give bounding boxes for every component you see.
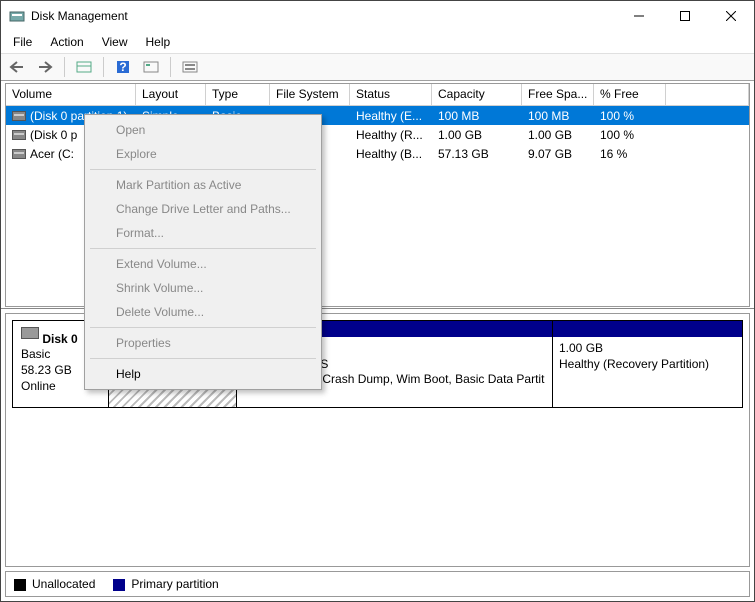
view-icon-1[interactable] xyxy=(139,56,163,78)
view-icon-2[interactable] xyxy=(178,56,202,78)
context-item-help[interactable]: Help xyxy=(88,362,318,386)
disk-hw-icon xyxy=(21,327,39,339)
disk-name: Disk 0 xyxy=(42,332,77,346)
column-type[interactable]: Type xyxy=(206,84,270,106)
help-icon[interactable]: ? xyxy=(111,56,135,78)
legend-swatch-primary xyxy=(113,579,125,591)
titlebar[interactable]: Disk Management xyxy=(1,1,754,31)
menubar: FileActionViewHelp xyxy=(1,31,754,53)
context-menu[interactable]: OpenExplore Mark Partition as ActiveChang… xyxy=(84,114,322,390)
legend: Unallocated Primary partition xyxy=(5,571,750,597)
menu-action[interactable]: Action xyxy=(42,33,91,51)
svg-text:?: ? xyxy=(119,60,126,74)
column-free[interactable]: Free Spa... xyxy=(522,84,594,106)
column-pfree[interactable]: % Free xyxy=(594,84,666,106)
close-button[interactable] xyxy=(708,1,754,31)
context-item-open: Open xyxy=(88,118,318,142)
column-status[interactable]: Status xyxy=(350,84,432,106)
context-item-extend-volume: Extend Volume... xyxy=(88,252,318,276)
forward-button[interactable] xyxy=(33,56,57,78)
maximize-button[interactable] xyxy=(662,1,708,31)
window-title: Disk Management xyxy=(31,9,616,23)
back-button[interactable] xyxy=(5,56,29,78)
context-item-change-drive-letter-and-paths: Change Drive Letter and Paths... xyxy=(88,197,318,221)
context-item-mark-partition-as-active: Mark Partition as Active xyxy=(88,173,318,197)
legend-unallocated: Unallocated xyxy=(32,577,95,591)
volume-icon xyxy=(12,130,26,140)
column-fs[interactable]: File System xyxy=(270,84,350,106)
context-item-properties: Properties xyxy=(88,331,318,355)
menu-view[interactable]: View xyxy=(94,33,136,51)
properties-icon[interactable] xyxy=(72,56,96,78)
partition[interactable]: 1.00 GBHealthy (Recovery Partition) xyxy=(553,320,743,408)
context-item-format: Format... xyxy=(88,221,318,245)
context-item-shrink-volume: Shrink Volume... xyxy=(88,276,318,300)
context-item-explore: Explore xyxy=(88,142,318,166)
volume-icon xyxy=(12,149,26,159)
menu-file[interactable]: File xyxy=(5,33,40,51)
app-icon xyxy=(9,8,25,24)
legend-swatch-unallocated xyxy=(14,579,26,591)
column-volume[interactable]: Volume xyxy=(6,84,136,106)
context-item-delete-volume: Delete Volume... xyxy=(88,300,318,324)
volume-icon xyxy=(12,111,26,121)
volume-columns-header[interactable]: VolumeLayoutTypeFile SystemStatusCapacit… xyxy=(6,84,749,106)
menu-help[interactable]: Help xyxy=(138,33,179,51)
legend-primary: Primary partition xyxy=(131,577,218,591)
minimize-button[interactable] xyxy=(616,1,662,31)
column-layout[interactable]: Layout xyxy=(136,84,206,106)
toolbar: ? xyxy=(1,53,754,81)
column-capacity[interactable]: Capacity xyxy=(432,84,522,106)
